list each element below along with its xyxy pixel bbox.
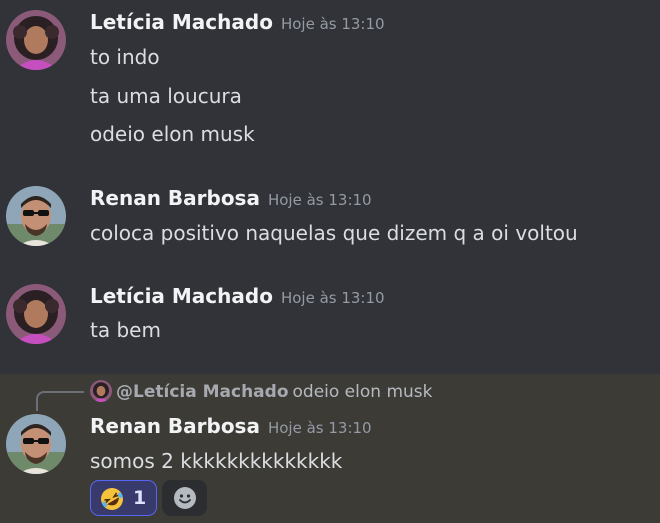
reaction-rolling-laughing[interactable]: 1: [90, 480, 157, 516]
reaction-count: 1: [133, 487, 147, 509]
message-text: somos 2 kkkkkkkkkkkkkk: [90, 449, 343, 473]
chat-messages: Letícia Machado Hoje às 13:10 to indo ta …: [0, 0, 660, 523]
author-name[interactable]: Renan Barbosa: [90, 414, 260, 438]
rolling-on-floor-laughing-icon: [101, 488, 123, 510]
add-reaction-icon: [174, 487, 196, 509]
message-group: Renan Barbosa Hoje às 13:10 somos 2 kkkkk…: [0, 0, 660, 523]
add-reaction-button[interactable]: [162, 480, 207, 516]
timestamp: Hoje às 13:10: [267, 419, 372, 437]
avatar-renan-icon: [6, 414, 66, 474]
avatar[interactable]: [6, 414, 66, 474]
